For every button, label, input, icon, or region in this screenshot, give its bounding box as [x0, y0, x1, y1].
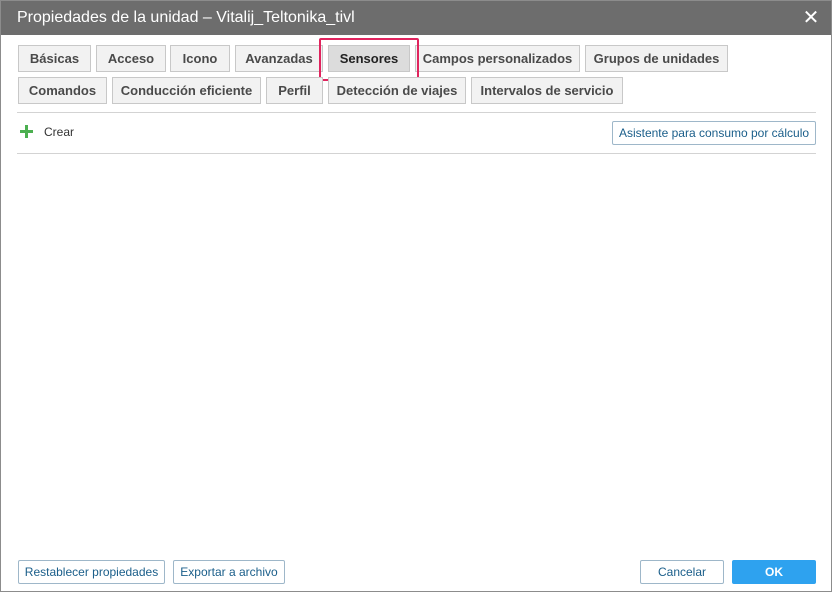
tabs-divider [17, 112, 816, 113]
tab-campos-personalizados[interactable]: Campos personalizados [415, 45, 580, 72]
tab-conduccion-eficiente[interactable]: Conducción eficiente [112, 77, 261, 104]
dialog-title: Propiedades de la unidad – Vitalij_Telto… [17, 9, 355, 26]
tab-intervalos-de-servicio[interactable]: Intervalos de servicio [471, 77, 623, 104]
tab-sensores[interactable]: Sensores [328, 45, 410, 72]
tab-acceso[interactable]: Acceso [96, 45, 166, 72]
close-icon[interactable]: ✕ [799, 6, 823, 30]
create-label: Crear [44, 125, 75, 139]
plus-icon [19, 124, 34, 139]
export-to-file-button[interactable]: Exportar a archivo [173, 560, 285, 584]
consumption-wizard-button[interactable]: Asistente para consumo por cálculo [612, 121, 816, 145]
tab-grupos-de-unidades[interactable]: Grupos de unidades [585, 45, 728, 72]
unit-properties-dialog: Propiedades de la unidad – Vitalij_Telto… [0, 0, 832, 592]
reset-properties-button[interactable]: Restablecer propiedades [18, 560, 165, 584]
cancel-button[interactable]: Cancelar [640, 560, 724, 584]
tab-icono[interactable]: Icono [170, 45, 230, 72]
tab-avanzadas[interactable]: Avanzadas [235, 45, 323, 72]
tab-perfil[interactable]: Perfil [266, 77, 323, 104]
sensors-list-area [17, 155, 816, 545]
dialog-titlebar: Propiedades de la unidad – Vitalij_Telto… [1, 1, 831, 35]
tab-comandos[interactable]: Comandos [18, 77, 107, 104]
tab-deteccion-de-viajes[interactable]: Detección de viajes [328, 77, 466, 104]
ok-button[interactable]: OK [732, 560, 816, 584]
toolbar-divider [17, 153, 816, 154]
tab-basicas[interactable]: Básicas [18, 45, 91, 72]
